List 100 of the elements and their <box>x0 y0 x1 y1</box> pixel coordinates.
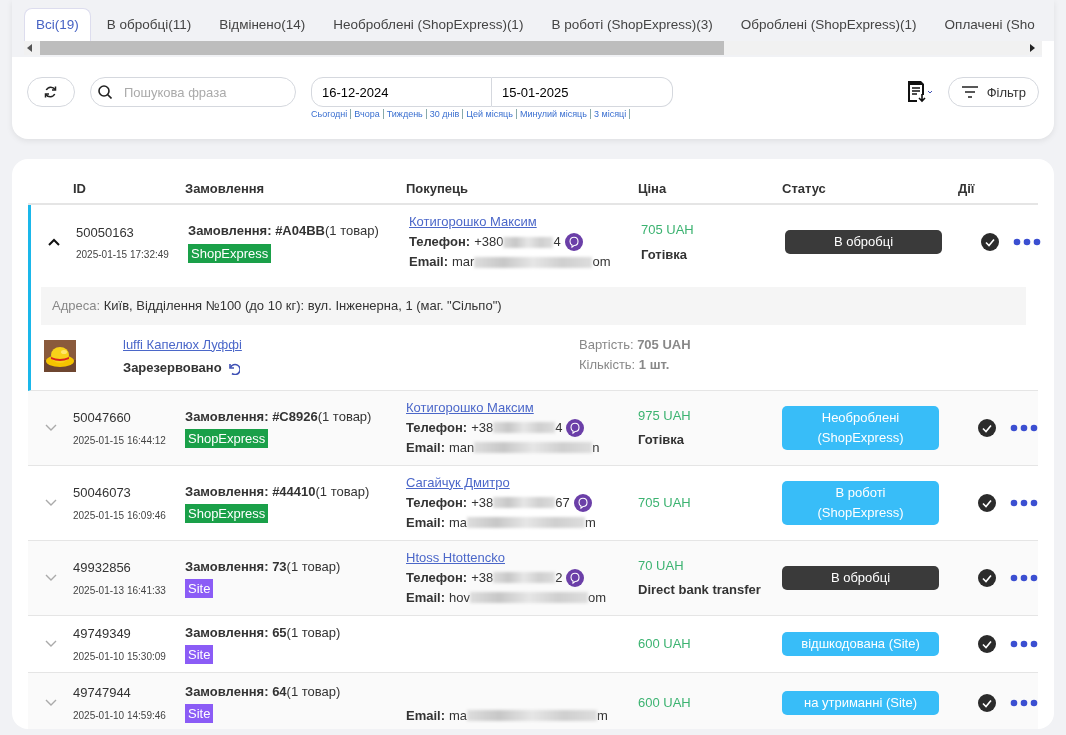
order-date: 2025-01-13 16:41:33 <box>73 583 167 598</box>
column-header: Статус <box>782 180 826 196</box>
more-icon[interactable] <box>1013 238 1041 247</box>
column-header: ID <box>73 180 86 196</box>
column-header: Покупець <box>406 180 469 196</box>
source-tag: ShopExpress <box>185 429 269 449</box>
email-label: Email: <box>406 706 445 725</box>
buyer-name-link[interactable]: Htoss Htottencko <box>406 547 505 568</box>
source-tag: ShopExpress <box>185 504 269 524</box>
order-date: 2025-01-10 14:59:46 <box>73 708 167 723</box>
refresh-icon <box>44 85 58 100</box>
viber-icon[interactable] <box>566 568 585 587</box>
phone-label: Телефон: <box>406 493 468 512</box>
status-badge[interactable]: В обробці <box>782 565 939 590</box>
email-end: om <box>592 253 611 272</box>
status-badge[interactable]: В обробці <box>785 230 942 255</box>
email-start: ma <box>449 706 468 725</box>
email-end: n <box>592 438 600 457</box>
more-icon[interactable] <box>1010 573 1038 582</box>
reservation-status: Зарезервовано <box>123 359 222 378</box>
price: 600 UAH <box>638 635 692 653</box>
collapse-icon[interactable] <box>47 237 60 247</box>
payment-method: Готівка <box>641 245 689 264</box>
more-icon[interactable] <box>1010 423 1038 432</box>
confirm-icon[interactable] <box>978 634 996 653</box>
phone-start: +38 <box>471 568 494 587</box>
date-preset-link[interactable]: Цей місяць <box>463 109 517 120</box>
order-title: Замовлення: 65(1 товар) <box>185 623 342 642</box>
email-label: Email: <box>406 438 445 457</box>
filter-button[interactable]: Фільтр <box>947 77 1039 108</box>
phone-end: 67 <box>555 493 570 512</box>
tab[interactable]: В обробці(11) <box>94 8 204 42</box>
email-end: om <box>588 588 607 607</box>
scroll-right-icon[interactable] <box>1028 44 1036 53</box>
date-preset-link[interactable]: Тиждень <box>383 109 427 120</box>
order-title: Замовлення: #C8926(1 товар) <box>185 407 373 426</box>
email-label: Email: <box>409 253 448 272</box>
address-label: Адреса: <box>52 298 101 314</box>
tab[interactable]: Необроблені (ShopExpress)(1) <box>321 8 536 42</box>
price: 705 UAH <box>638 494 692 512</box>
price: 70 UAH <box>638 556 685 575</box>
tab[interactable]: Всі(19) <box>24 8 91 42</box>
date-preset-link[interactable]: 30 днів <box>426 109 464 120</box>
more-icon[interactable] <box>1010 639 1038 648</box>
email-start: mar <box>452 253 475 272</box>
blurred-text <box>493 497 556 509</box>
payment-method: Готівка <box>638 431 686 450</box>
quantity-text: Кількість: 1 шт. <box>579 355 671 374</box>
blurred-text <box>493 572 556 584</box>
email-start: man <box>449 438 475 457</box>
date-preset-link[interactable]: 3 місяці <box>590 109 631 120</box>
tab[interactable]: Оплачені (Sho <box>932 8 1047 42</box>
product-link[interactable]: luffi Капелюх Луффі <box>123 336 242 352</box>
tab[interactable]: Оброблені (ShopExpress)(1) <box>728 8 929 42</box>
filter-icon <box>960 84 979 101</box>
scrollbar-thumb[interactable] <box>40 41 724 56</box>
price: 600 UAH <box>638 694 692 712</box>
buyer-name-link[interactable]: Котигорошко Максим <box>409 212 537 233</box>
viber-icon[interactable] <box>566 418 585 437</box>
email-end: m <box>597 706 608 725</box>
more-icon[interactable] <box>1010 698 1038 707</box>
confirm-icon[interactable] <box>981 233 999 252</box>
date-preset-link[interactable]: Минулий місяць <box>516 109 591 120</box>
email-end: m <box>585 513 596 532</box>
column-header: Ціна <box>638 180 667 196</box>
search-field[interactable]: Пошукова фраза <box>90 77 296 108</box>
order-title: Замовлення: #A04BB(1 товар) <box>188 222 380 241</box>
date-from-field[interactable]: 16-12-2024 <box>311 77 492 108</box>
scroll-left-icon[interactable] <box>26 44 34 53</box>
blurred-text <box>503 236 554 248</box>
source-tag: ShopExpress <box>188 243 272 263</box>
tab[interactable]: В роботі (ShopExpress)(3) <box>539 8 725 42</box>
order-title: Замовлення: 64(1 товар) <box>185 682 342 701</box>
order-title: Замовлення: 73(1 товар) <box>185 557 342 576</box>
source-tag: Site <box>185 579 214 599</box>
buyer-name-link[interactable]: Котигорошко Максим <box>406 397 534 418</box>
confirm-icon[interactable] <box>978 418 996 437</box>
price: 705 UAH <box>641 221 695 240</box>
phone-start: +38 <box>471 418 494 437</box>
viber-icon[interactable] <box>564 233 583 252</box>
confirm-icon[interactable] <box>978 568 996 587</box>
phone-end: 4 <box>555 418 563 437</box>
more-icon[interactable] <box>1010 498 1038 507</box>
phone-start: +38 <box>471 493 494 512</box>
email-label: Email: <box>406 513 445 532</box>
phone-end: 2 <box>555 568 563 587</box>
buyer-name-link[interactable]: Сагайчук Дмитро <box>406 472 510 493</box>
date-preset-link[interactable]: Вчора <box>351 109 384 120</box>
confirm-icon[interactable] <box>978 493 996 512</box>
phone-label: Телефон: <box>409 233 471 252</box>
order-date: 2025-01-15 16:09:46 <box>73 508 167 523</box>
viber-icon[interactable] <box>573 493 592 512</box>
refresh-button[interactable] <box>27 77 75 108</box>
confirm-icon[interactable] <box>978 693 996 712</box>
tab[interactable]: Відмінено(14) <box>207 8 318 42</box>
address-text: Київ, Відділення №100 (до 10 кг): вул. Інженерна, 1 (маг. "Сільпо") <box>103 298 502 314</box>
order-id: 50046073 <box>73 484 132 502</box>
order-id: 49932856 <box>73 559 132 577</box>
date-to-field[interactable]: 15-01-2025 <box>492 77 673 108</box>
date-preset-link[interactable]: Сьогодні <box>311 109 352 120</box>
